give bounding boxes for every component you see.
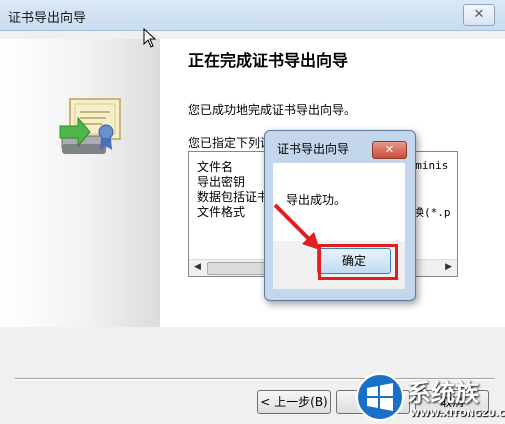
red-arrow-icon (273, 203, 320, 250)
watermark-url: WWW.XITONGZU.COM (410, 409, 505, 419)
success-text: 您已成功地完成证书导出向导。 (188, 103, 357, 117)
windows-logo-icon (356, 373, 404, 421)
settings-row-name: 文件格式 (197, 205, 246, 219)
ok-highlight-box (318, 244, 398, 280)
close-icon: ✕ (473, 7, 485, 22)
watermark-brand: 系统族 (407, 379, 479, 407)
window-title: 证书导出向导 (8, 11, 87, 26)
close-icon: ✕ (384, 143, 395, 156)
wizard-side-panel (0, 39, 160, 327)
wizard-titlebar: 证书导出向导 ✕ (0, 0, 505, 31)
dialog-close-button[interactable]: ✕ (372, 141, 407, 159)
watermark-logo: 系统族 WWW.XITONGZU.COM (355, 370, 505, 424)
back-button[interactable]: < 上一步(B) (257, 390, 331, 414)
mouse-cursor-icon (143, 28, 157, 48)
dialog-title: 证书导出向导 (277, 142, 350, 156)
wizard-body: 正在完成证书导出向导 您已成功地完成证书导出向导。 您已指定下列设置 文件名 A… (0, 31, 505, 424)
scroll-left-icon[interactable]: ◀ (194, 262, 201, 272)
window-close-button[interactable]: ✕ (463, 4, 495, 26)
settings-row-value: 换(*.p (413, 206, 451, 219)
certificate-icon (59, 98, 121, 154)
scroll-right-icon[interactable]: ▶ (445, 262, 452, 272)
page-title: 正在完成证书导出向导 (188, 51, 349, 70)
